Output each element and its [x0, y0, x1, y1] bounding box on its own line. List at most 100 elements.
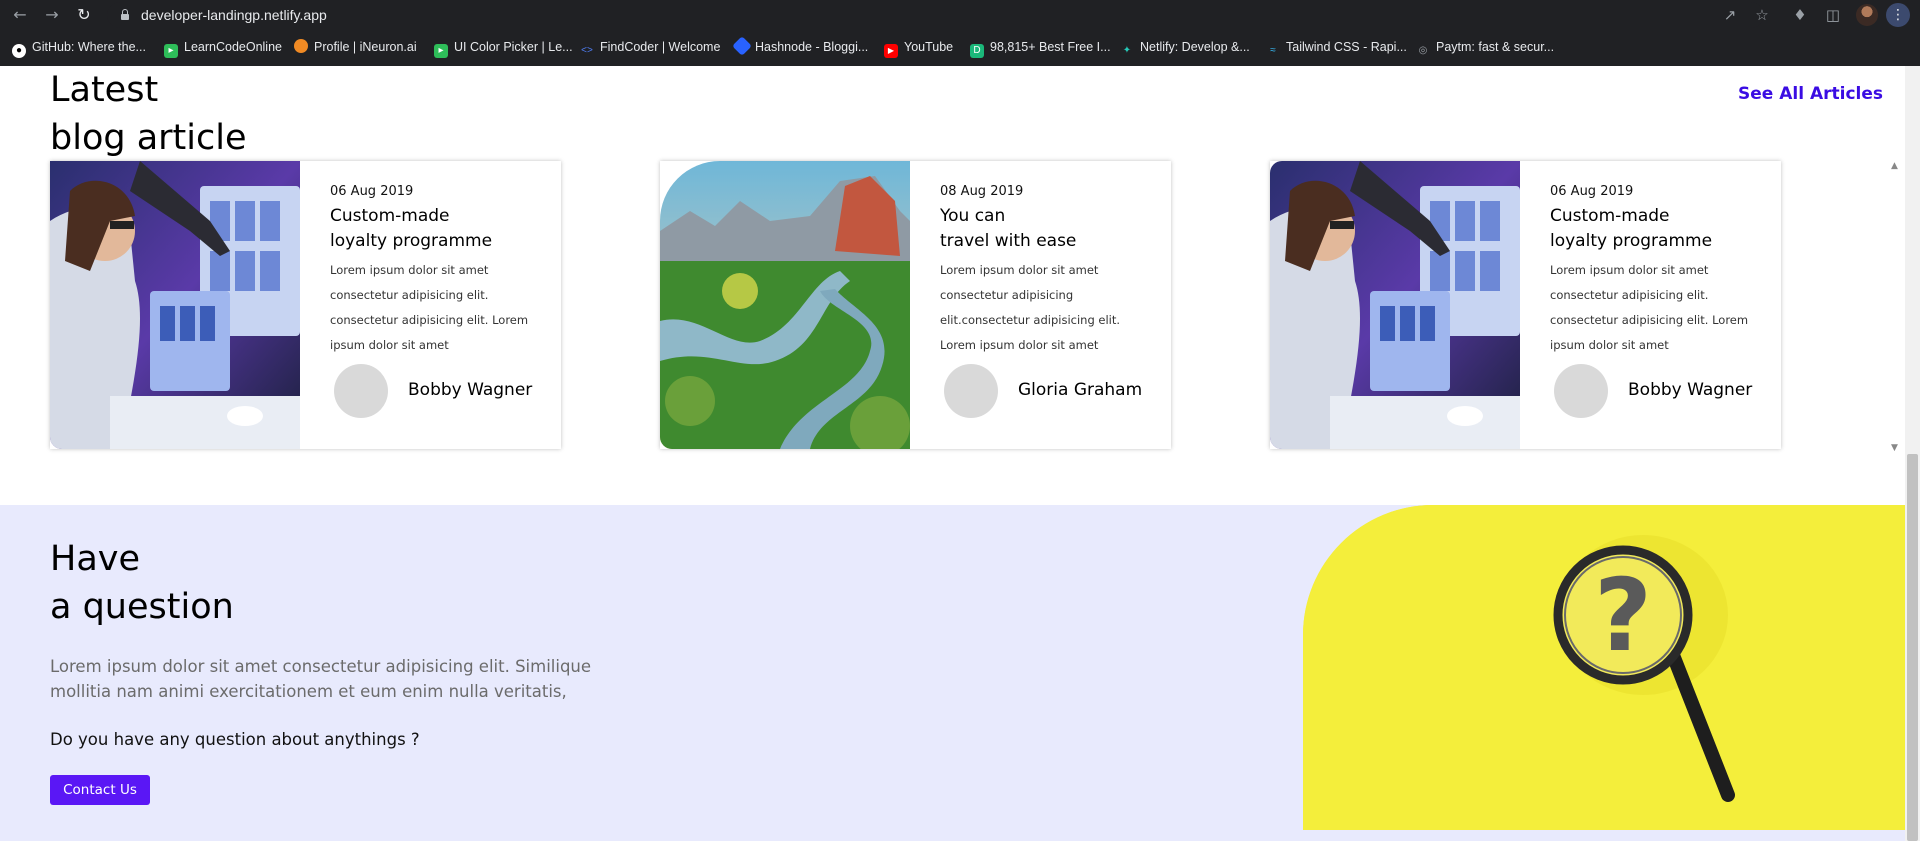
bookmark-label: Hashnode - Bloggi...	[755, 40, 869, 54]
hashnode-icon	[732, 36, 752, 56]
lock-icon[interactable]	[121, 9, 129, 20]
bookmark-hashnode[interactable]: Hashnode - Bloggi...	[732, 34, 869, 60]
woman-at-computer-image	[1270, 161, 1520, 449]
blog-card[interactable]: 08 Aug 2019 You can travel with ease Lor…	[660, 161, 1171, 449]
avatar	[1554, 364, 1608, 418]
card-title-line-2: loyalty programme	[330, 231, 493, 251]
card-author: Bobby Wagner	[1554, 364, 1774, 418]
tailwind-icon: ≈	[1270, 45, 1276, 56]
bookmark-tailwind[interactable]: ≈ Tailwind CSS - Rapi...	[1266, 34, 1407, 60]
card-author: Bobby Wagner	[334, 364, 554, 418]
freepik-icon: D	[970, 44, 984, 58]
card-date: 06 Aug 2019	[1550, 184, 1634, 199]
netlify-icon: ✦	[1122, 45, 1132, 56]
card-text: Lorem ipsum dolor sit amet consectetur a…	[940, 263, 1121, 352]
question-section: Have a question Lorem ipsum dolor sit am…	[0, 505, 1905, 841]
bookmark-star-icon[interactable]: ☆	[1752, 5, 1772, 25]
author-name: Gloria Graham	[1018, 380, 1143, 400]
card-title: Custom-made loyalty programme	[1550, 204, 1765, 254]
card-title-line-2: loyalty programme	[1550, 231, 1713, 251]
share-icon[interactable]: ↗	[1720, 5, 1740, 25]
card-date: 06 Aug 2019	[330, 184, 414, 199]
card-title: Custom-made loyalty programme	[330, 204, 545, 254]
bookmark-label: LearnCodeOnline	[184, 40, 282, 54]
bookmark-label: GitHub: Where the...	[32, 40, 146, 54]
card-text: Lorem ipsum dolor sit amet consectetur a…	[330, 263, 529, 352]
bookmark-label: Paytm: fast & secur...	[1436, 40, 1555, 54]
question-illustration: ?	[1303, 505, 1905, 830]
url-text[interactable]: developer-landingp.netlify.app	[141, 2, 327, 28]
blog-card[interactable]: 06 Aug 2019 Custom-made loyalty programm…	[50, 161, 561, 449]
avatar	[334, 364, 388, 418]
bookmark-label: Netlify: Develop &...	[1140, 40, 1250, 54]
bookmarks-bar: ● GitHub: Where the... ▸ LearnCodeOnline P…	[0, 34, 1920, 60]
author-name: Bobby Wagner	[408, 380, 533, 400]
findcoder-icon: <>	[581, 45, 593, 56]
blog-card-image	[1270, 161, 1520, 449]
blog-card-body: 06 Aug 2019 Custom-made loyalty programm…	[1550, 183, 1765, 358]
scroll-down-icon[interactable]: ▼	[1891, 443, 1898, 453]
card-title: You can travel with ease	[940, 204, 1155, 254]
question-description: Lorem ipsum dolor sit amet consectetur a…	[50, 657, 592, 701]
bookmark-label: Profile | iNeuron.ai	[314, 40, 417, 54]
ineuron-icon	[294, 39, 308, 53]
extensions-icon[interactable]: ♦	[1790, 5, 1810, 25]
svg-text:?: ?	[1594, 557, 1652, 674]
card-date: 08 Aug 2019	[940, 184, 1024, 199]
profile-avatar[interactable]	[1856, 4, 1878, 26]
blog-card-body: 08 Aug 2019 You can travel with ease Lor…	[940, 183, 1155, 358]
forward-icon[interactable]: →	[40, 3, 64, 27]
scroll-up-icon[interactable]: ▲	[1891, 161, 1898, 171]
bookmark-label: 98,815+ Best Free I...	[990, 40, 1111, 54]
see-all-articles-link[interactable]: See All Articles	[1738, 84, 1883, 104]
question-prompt: Do you have any question about anythings…	[50, 730, 420, 749]
bookmark-paytm[interactable]: ◎ Paytm: fast & secur...	[1416, 34, 1554, 60]
woman-at-computer-image	[50, 161, 300, 449]
browser-chrome: ← → ↻ developer-landingp.netlify.app ↗ ☆…	[0, 0, 1920, 66]
card-title-line-2: travel with ease	[940, 231, 1077, 251]
bookmark-ineuron[interactable]: Profile | iNeuron.ai	[294, 34, 417, 60]
github-icon: ●	[12, 44, 26, 58]
learncodeonline-icon: ▸	[164, 44, 178, 58]
bookmark-label: Tailwind CSS - Rapi...	[1286, 40, 1407, 54]
blog-card-image	[660, 161, 910, 449]
bookmark-freepik[interactable]: D 98,815+ Best Free I...	[970, 34, 1111, 60]
question-title: Have a question	[50, 535, 234, 631]
bookmark-youtube[interactable]: ▶ YouTube	[884, 34, 953, 60]
bookmark-label: YouTube	[904, 40, 954, 54]
question-title-line-2: a question	[50, 587, 234, 627]
magnifier-question-image: ?	[1303, 505, 1905, 830]
bookmark-label: FindCoder | Welcome	[600, 40, 721, 54]
browser-toolbar: ← → ↻ developer-landingp.netlify.app ↗ ☆…	[0, 0, 1920, 30]
author-name: Bobby Wagner	[1628, 380, 1753, 400]
side-panel-icon[interactable]: ◫	[1823, 5, 1843, 25]
blog-title-line-1: Latest	[50, 70, 159, 110]
bookmark-label: UI Color Picker | Le...	[454, 40, 573, 54]
blog-card-body: 06 Aug 2019 Custom-made loyalty programm…	[330, 183, 545, 358]
bookmark-netlify[interactable]: ✦ Netlify: Develop &...	[1120, 34, 1250, 60]
browser-menu-icon[interactable]: ⋮	[1886, 3, 1910, 27]
page-scrollbar-thumb[interactable]	[1907, 454, 1918, 841]
youtube-icon: ▶	[884, 44, 898, 58]
blog-card-image	[50, 161, 300, 449]
bookmark-github[interactable]: ● GitHub: Where the...	[12, 34, 146, 60]
reload-icon[interactable]: ↻	[72, 3, 96, 27]
ui-color-picker-icon: ▸	[434, 44, 448, 58]
avatar	[944, 364, 998, 418]
river-landscape-image	[660, 161, 910, 449]
cards-scrollbar[interactable]: ▲ ▼	[1887, 161, 1905, 453]
blog-card[interactable]: 06 Aug 2019 Custom-made loyalty programm…	[1270, 161, 1781, 449]
bookmark-findcoder[interactable]: <> FindCoder | Welcome	[580, 34, 720, 60]
card-title-line-1: Custom-made	[1550, 206, 1670, 226]
contact-us-button[interactable]: Contact Us	[50, 775, 150, 805]
bookmark-learncodeonline[interactable]: ▸ LearnCodeOnline	[164, 34, 282, 60]
back-icon[interactable]: ←	[8, 3, 32, 27]
page-viewport: Latest blog article See All Articles 06 …	[0, 66, 1905, 841]
blog-section-title: Latest blog article	[50, 66, 246, 162]
question-title-line-1: Have	[50, 539, 141, 579]
address-bar[interactable]: developer-landingp.netlify.app	[107, 2, 1764, 28]
bookmark-ui-color-picker[interactable]: ▸ UI Color Picker | Le...	[434, 34, 573, 60]
card-title-line-1: Custom-made	[330, 206, 450, 226]
card-text: Lorem ipsum dolor sit amet consectetur a…	[1550, 263, 1749, 352]
page-scrollbar[interactable]	[1905, 66, 1920, 841]
